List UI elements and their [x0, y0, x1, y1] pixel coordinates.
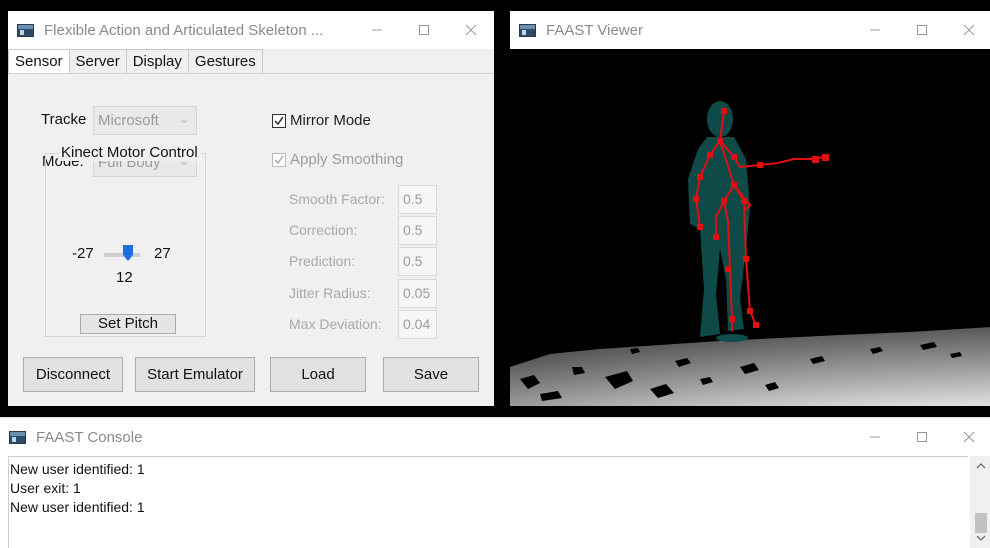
- log-line: New user identified: 1: [10, 499, 145, 515]
- main-titlebar[interactable]: Flexible Action and Articulated Skeleton…: [8, 11, 494, 49]
- motor-slider-track[interactable]: [104, 253, 140, 257]
- motor-max-label: 27: [154, 245, 171, 262]
- disconnect-button[interactable]: Disconnect: [23, 357, 123, 392]
- faast-console-window: FAAST Console New user identified: 1 Use…: [0, 417, 990, 548]
- motor-value-label: 12: [116, 269, 133, 286]
- set-pitch-button[interactable]: Set Pitch: [80, 314, 176, 334]
- main-window-title: Flexible Action and Articulated Skeleton…: [44, 21, 324, 39]
- tracker-label: Tracke: [41, 111, 87, 128]
- console-window-title: FAAST Console: [36, 428, 143, 446]
- mirror-mode-label: Mirror Mode: [290, 112, 371, 129]
- jitter-radius-label: Jitter Radius:: [289, 285, 371, 301]
- log-line: New user identified: 1: [10, 461, 145, 477]
- depth-view-canvas[interactable]: [510, 49, 990, 406]
- scroll-down-icon[interactable]: [970, 528, 990, 548]
- tracker-select-value: Microsoft: [98, 112, 159, 129]
- console-titlebar[interactable]: FAAST Console: [0, 418, 990, 456]
- checkbox-checked-icon: [272, 113, 286, 128]
- app-window-icon: [9, 430, 26, 444]
- close-icon[interactable]: [945, 11, 990, 49]
- minimize-icon[interactable]: [851, 418, 898, 456]
- smooth-factor-input[interactable]: 0.5: [398, 185, 437, 214]
- tracker-select[interactable]: Microsoft ⌄: [93, 106, 197, 135]
- motor-slider-thumb[interactable]: [123, 245, 133, 266]
- maximize-icon[interactable]: [400, 11, 447, 49]
- smooth-factor-label: Smooth Factor:: [289, 191, 385, 207]
- app-window-icon: [17, 23, 34, 37]
- tab-gestures[interactable]: Gestures: [187, 49, 263, 73]
- apply-smoothing-label: Apply Smoothing: [290, 151, 404, 168]
- faast-main-window: Flexible Action and Articulated Skeleton…: [8, 11, 494, 406]
- chevron-down-icon: ⌄: [178, 112, 189, 126]
- mirror-mode-checkbox[interactable]: Mirror Mode: [272, 112, 371, 129]
- log-line: User exit: 1: [10, 480, 81, 496]
- max-deviation-label: Max Deviation:: [289, 316, 382, 332]
- viewer-titlebar[interactable]: FAAST Viewer: [510, 11, 990, 49]
- close-icon[interactable]: [945, 418, 990, 456]
- tab-server[interactable]: Server: [68, 49, 127, 73]
- load-button[interactable]: Load: [270, 357, 366, 392]
- max-deviation-input[interactable]: 0.04: [398, 310, 437, 339]
- maximize-icon[interactable]: [898, 11, 945, 49]
- motor-group-title: Kinect Motor Control: [58, 144, 201, 161]
- checkbox-checked-icon: [272, 152, 286, 167]
- scroll-up-icon[interactable]: [970, 456, 990, 476]
- console-log[interactable]: New user identified: 1 User exit: 1 New …: [8, 456, 968, 548]
- prediction-label: Prediction:: [289, 253, 356, 269]
- tab-display[interactable]: Display: [125, 49, 189, 73]
- viewer-window-title: FAAST Viewer: [546, 21, 643, 39]
- minimize-icon[interactable]: [851, 11, 898, 49]
- close-icon[interactable]: [447, 11, 494, 49]
- tab-bar: Sensor Server Display Gestures: [8, 49, 263, 73]
- console-scrollbar[interactable]: [970, 456, 990, 548]
- minimize-icon[interactable]: [353, 11, 400, 49]
- faast-viewer-window: FAAST Viewer: [510, 11, 990, 406]
- jitter-radius-input[interactable]: 0.05: [398, 279, 437, 308]
- tab-sensor[interactable]: Sensor: [8, 49, 70, 73]
- prediction-input[interactable]: 0.5: [398, 247, 437, 276]
- app-window-icon: [519, 23, 536, 37]
- save-button[interactable]: Save: [383, 357, 479, 392]
- apply-smoothing-checkbox[interactable]: Apply Smoothing: [272, 151, 403, 168]
- maximize-icon[interactable]: [898, 418, 945, 456]
- correction-input[interactable]: 0.5: [398, 216, 437, 245]
- motor-min-label: -27: [72, 245, 94, 262]
- start-emulator-button[interactable]: Start Emulator: [135, 357, 255, 392]
- correction-label: Correction:: [289, 222, 358, 238]
